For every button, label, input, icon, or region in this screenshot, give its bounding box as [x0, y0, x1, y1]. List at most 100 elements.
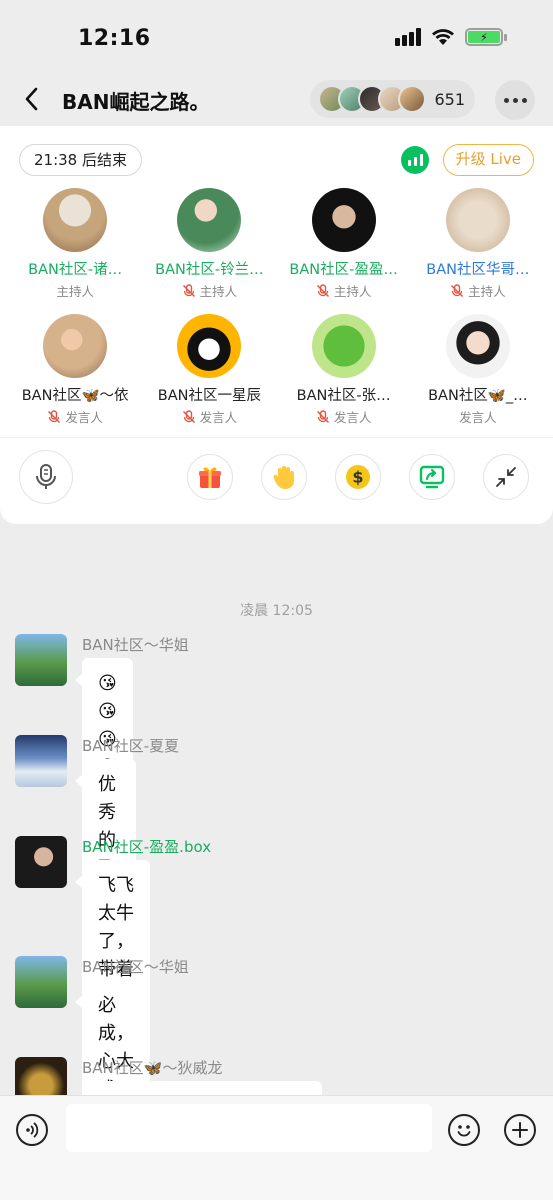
gift-icon [199, 467, 221, 488]
speaker-name: BAN社区-铃兰… [155, 262, 264, 278]
audience-avatars [318, 85, 427, 113]
room-title: BAN崛起之路。 [62, 90, 210, 114]
chat-timestamp: 凌晨 12:05 [240, 603, 313, 619]
speaker-seat[interactable]: BAN社区-张… 发言人 [277, 314, 411, 428]
avatar [43, 188, 108, 252]
voice-input-button[interactable] [16, 1114, 48, 1146]
speaker-role: 发言人 [316, 407, 372, 426]
speaker-role: 发言人 [459, 407, 497, 426]
gift-button[interactable] [187, 454, 233, 500]
message-sender: BAN社区🦋～狄威龙 [82, 1059, 223, 1077]
screen-share-icon [419, 465, 445, 489]
speaker-seat[interactable]: BAN社区-盈盈… 主持人 [277, 188, 411, 302]
speaker-role: 发言人 [47, 407, 103, 426]
speaker-role: 发言人 [182, 407, 238, 426]
message-sender: BAN社区～华姐 [82, 958, 189, 976]
minimize-icon [496, 467, 516, 487]
message-bubble[interactable] [82, 1081, 322, 1095]
coin-icon: $ [346, 465, 370, 489]
avatar [43, 314, 108, 378]
top-nav: BAN崛起之路。 651 [0, 72, 553, 126]
input-bar [0, 1095, 553, 1200]
speaker-role-label: 主持人 [468, 284, 506, 299]
speaker-name: BAN社区一星辰 [157, 388, 261, 404]
avatar [311, 188, 376, 252]
speaker-role: 主持人 [56, 281, 94, 300]
speaker-role-label: 主持人 [199, 284, 238, 299]
avatar[interactable] [15, 634, 67, 686]
emoji-button[interactable] [448, 1114, 480, 1146]
speaker-seat[interactable]: BAN社区🦋_… 发言人 [411, 314, 545, 428]
avatar[interactable] [15, 956, 67, 1008]
battery-icon: ⚡ [465, 28, 507, 46]
speaker-seat[interactable]: BAN社区-诸… 主持人 [8, 188, 142, 302]
avatar [398, 85, 427, 113]
chat-area: 凌晨 12:05 BAN社区～华姐 😘😘😘😘😘😘😘 BAN社区-夏夏 优秀的飞飞… [0, 540, 553, 1095]
message-sender: BAN社区-夏夏 [82, 737, 180, 755]
end-timer: 21:38 后结束 [19, 144, 142, 176]
back-button[interactable] [20, 84, 44, 114]
speaker-name: BAN社区华哥… [426, 262, 530, 278]
avatar [445, 314, 510, 378]
speaker-role-label: 发言人 [65, 410, 103, 425]
avatar [311, 314, 376, 378]
speaker-name: BAN社区🦋～依 [21, 388, 129, 404]
speaker-seat[interactable]: BAN社区🦋～依发言人 [8, 314, 142, 428]
divider [0, 437, 553, 438]
upgrade-live-button[interactable]: 升级 Live [442, 144, 534, 176]
speaker-role-label: 发言人 [459, 410, 497, 425]
audience-count: 651 [434, 89, 465, 109]
raise-hand-icon [273, 466, 294, 489]
speaker-name: BAN社区-盈盈… [289, 262, 398, 278]
muted-mic-icon [48, 409, 61, 423]
message-sender: BAN社区-盈盈.box [82, 838, 212, 856]
muted-mic-icon [316, 283, 329, 297]
avatar [177, 314, 242, 378]
speaker-name: BAN社区-诸… [28, 262, 123, 278]
speaker-seat[interactable]: BAN社区-铃兰… 主持人 [142, 188, 276, 302]
speaker-grid: BAN社区-诸… 主持人 BAN社区-铃兰… 主持人 BAN社区-盈盈… 主持人 BAN社区… [8, 188, 545, 428]
cellular-signal-icon [395, 28, 421, 46]
status-icons: ⚡ [395, 28, 507, 46]
speaker-seat[interactable]: BAN社区一星辰发言人 [142, 314, 276, 428]
smiley-icon [457, 1125, 471, 1137]
more-button[interactable] [495, 80, 535, 120]
avatar [445, 188, 510, 252]
more-actions-button[interactable] [504, 1114, 536, 1146]
action-row: $ [0, 450, 553, 510]
speaker-role: 主持人 [450, 281, 506, 300]
minimize-button[interactable] [483, 454, 529, 500]
speaker-name: BAN社区🦋_… [428, 388, 528, 404]
muted-mic-icon [316, 409, 329, 423]
speaker-role: 主持人 [182, 281, 238, 300]
raise-hand-button[interactable] [261, 454, 307, 500]
message-sender: BAN社区～华姐 [82, 636, 189, 654]
stats-icon[interactable] [401, 146, 429, 174]
live-panel: 21:38 后结束 升级 Live BAN社区-诸… 主持人 BAN社区-铃兰… 主持… [0, 126, 553, 524]
avatar[interactable] [15, 1057, 67, 1095]
share-screen-button[interactable] [409, 454, 455, 500]
plus-icon [512, 1122, 528, 1138]
avatar [177, 188, 242, 252]
avatar[interactable] [15, 836, 67, 888]
muted-mic-icon [451, 283, 464, 297]
svg-text:$: $ [352, 468, 363, 487]
mic-button[interactable] [19, 450, 73, 504]
status-time: 12:16 [78, 26, 151, 51]
speaker-role-label: 发言人 [333, 410, 372, 425]
muted-mic-icon [182, 283, 195, 297]
speaker-seat[interactable]: BAN社区华哥… 主持人 [411, 188, 545, 302]
tip-button[interactable]: $ [335, 454, 381, 500]
microphone-icon [36, 464, 56, 489]
speaker-role-label: 主持人 [333, 284, 372, 299]
audience-button[interactable]: 651 [310, 80, 475, 118]
speaker-name: BAN社区-张… [296, 388, 391, 404]
message-input[interactable] [66, 1104, 432, 1152]
muted-mic-icon [182, 409, 195, 423]
speaker-role-label: 发言人 [199, 410, 238, 425]
status-bar: 12:16 ⚡ [0, 0, 553, 80]
wifi-icon [432, 29, 454, 45]
speaker-role-label: 主持人 [56, 284, 94, 299]
avatar[interactable] [15, 735, 67, 787]
voice-icon [26, 1122, 39, 1138]
